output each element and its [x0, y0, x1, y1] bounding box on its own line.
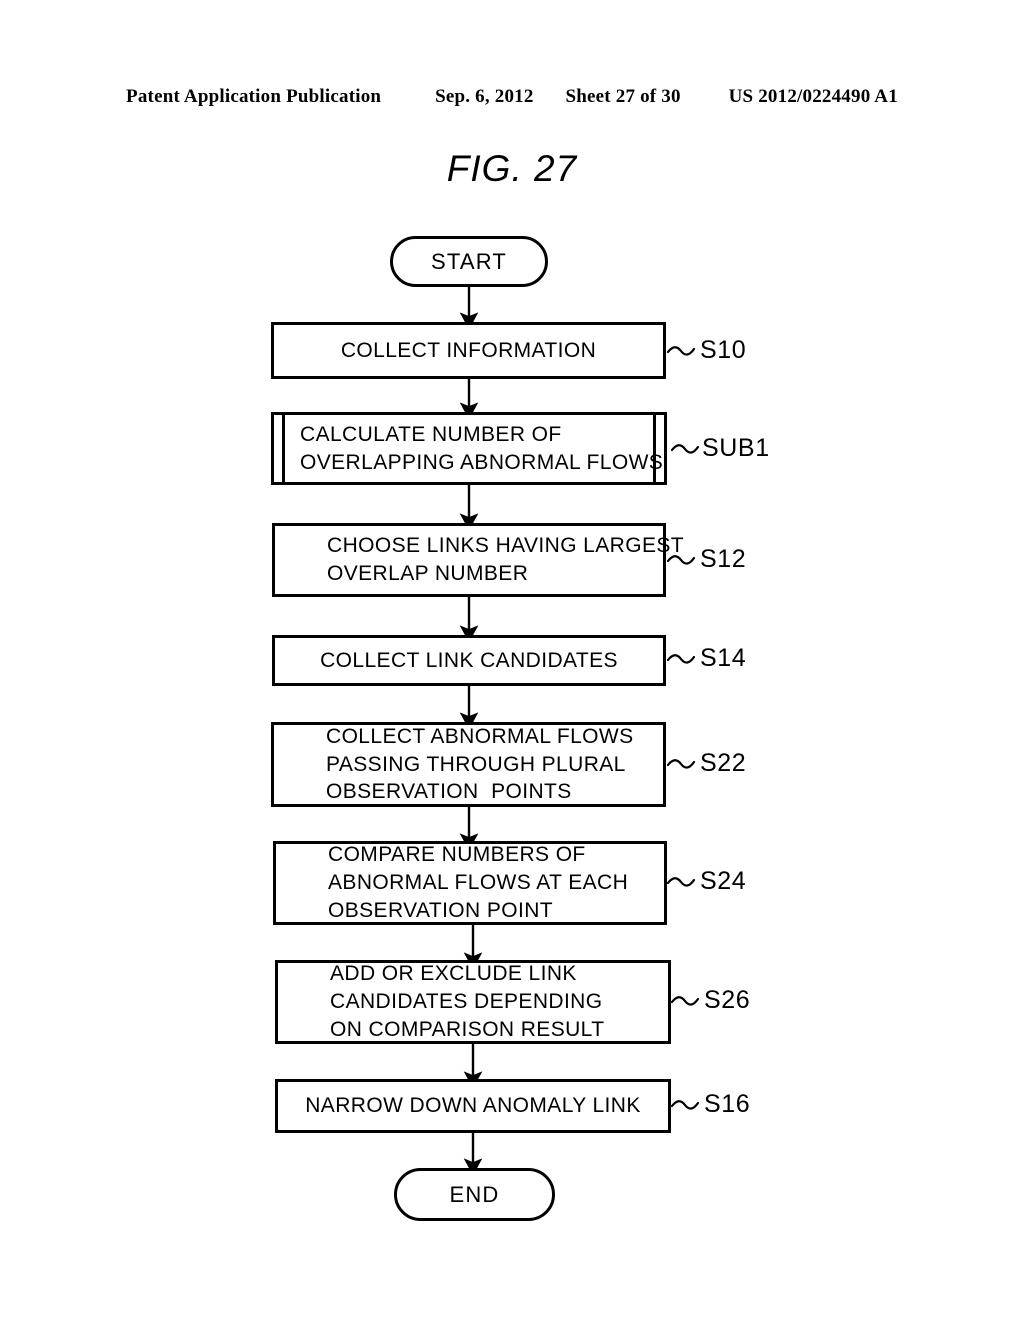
subroutine-bar-left — [282, 412, 285, 485]
flow-node-s16[interactable]: NARROW DOWN ANOMALY LINK — [275, 1079, 671, 1133]
flow-node-end-label: END — [449, 1181, 500, 1207]
flow-node-s22[interactable]: COLLECT ABNORMAL FLOWS PASSING THROUGH P… — [271, 722, 666, 807]
step-ref-s26: S26 — [704, 986, 751, 1014]
squiggle-s24 — [666, 877, 696, 887]
step-ref-sub1: SUB1 — [702, 434, 770, 462]
flow-node-s26[interactable]: ADD OR EXCLUDE LINK CANDIDATES DEPENDING… — [275, 960, 671, 1044]
squiggle-sub1 — [670, 444, 700, 454]
flow-node-s10-label: COLLECT INFORMATION — [340, 338, 597, 362]
flow-node-sub1[interactable]: CALCULATE NUMBER OF OVERLAPPING ABNORMAL… — [271, 412, 667, 485]
flow-node-s14-label: COLLECT LINK CANDIDATES — [320, 648, 618, 672]
squiggle-s10 — [666, 346, 696, 356]
flow-node-start[interactable]: START — [390, 236, 548, 287]
flow-node-end[interactable]: END — [394, 1168, 555, 1221]
flow-node-s24-label: COMPARE NUMBERS OF ABNORMAL FLOWS AT EAC… — [328, 843, 629, 922]
flow-node-s24[interactable]: COMPARE NUMBERS OF ABNORMAL FLOWS AT EAC… — [273, 841, 667, 925]
squiggle-s26 — [670, 996, 700, 1006]
flow-node-s26-label: ADD OR EXCLUDE LINK CANDIDATES DEPENDING… — [330, 962, 605, 1041]
flow-node-s12-label: CHOOSE LINKS HAVING LARGEST OVERLAP NUMB… — [327, 534, 684, 585]
step-ref-s24: S24 — [700, 867, 747, 895]
squiggle-s14 — [666, 654, 696, 664]
squiggle-s16 — [670, 1100, 700, 1110]
flowchart-diagram: START COLLECT INFORMATION S10 CALCULATE … — [0, 0, 1024, 1320]
flow-node-s10[interactable]: COLLECT INFORMATION — [271, 322, 666, 379]
flow-node-sub1-label: CALCULATE NUMBER OF OVERLAPPING ABNORMAL… — [300, 422, 664, 474]
flow-node-s16-label: NARROW DOWN ANOMALY LINK — [305, 1094, 641, 1118]
step-ref-s22: S22 — [700, 749, 747, 777]
subroutine-bar-right — [653, 412, 656, 485]
flow-node-s14[interactable]: COLLECT LINK CANDIDATES — [272, 635, 666, 686]
flow-node-s12[interactable]: CHOOSE LINKS HAVING LARGEST OVERLAP NUMB… — [272, 523, 684, 597]
step-ref-s16: S16 — [704, 1090, 751, 1118]
squiggle-s22 — [666, 759, 696, 769]
step-ref-s12: S12 — [700, 545, 747, 573]
flow-node-s22-label: COLLECT ABNORMAL FLOWS PASSING THROUGH P… — [326, 724, 634, 804]
step-ref-s10: S10 — [700, 336, 747, 364]
step-ref-s14: S14 — [700, 644, 747, 672]
flow-node-start-label: START — [430, 248, 508, 274]
